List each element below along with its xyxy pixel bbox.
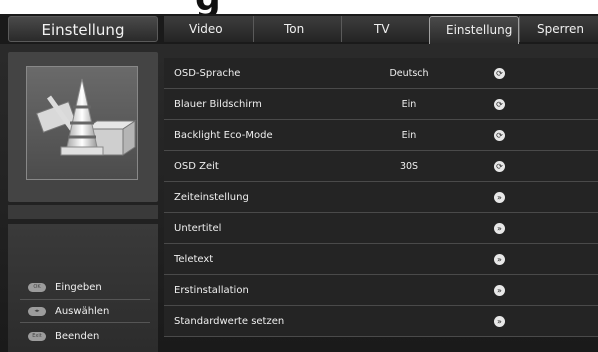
menu-tabs: Video Ton TV Einstellung Sperren [164, 16, 598, 44]
setting-label: Untertitel [174, 223, 222, 234]
setting-row-backlight-eco[interactable]: Backlight Eco-Mode Ein ⟳ [164, 120, 598, 151]
nav-key-icon: ◂▸ [28, 306, 46, 316]
legend-divider [20, 322, 150, 323]
section-icon-box [8, 52, 158, 202]
cycle-icon[interactable]: ⟳ [494, 130, 505, 141]
enter-icon[interactable]: » [494, 223, 505, 234]
setting-row-zeiteinstellung[interactable]: Zeiteinstellung » [164, 182, 598, 213]
setting-row-osd-sprache[interactable]: OSD-Sprache Deutsch ⟳ [164, 58, 598, 89]
enter-icon[interactable]: » [494, 192, 505, 203]
button-legend: OK Eingeben ◂▸ Auswählen Exit Beenden [8, 224, 158, 352]
left-column: OK Eingeben ◂▸ Auswählen Exit Beenden [8, 52, 158, 352]
legend-label: Eingeben [55, 281, 102, 293]
legend-label: Auswählen [55, 305, 110, 317]
tools-cone-icon [35, 78, 137, 156]
decorative-glyph: g [195, 0, 221, 14]
cycle-icon[interactable]: ⟳ [494, 68, 505, 79]
settings-list: OSD-Sprache Deutsch ⟳ Blauer Bildschirm … [164, 52, 598, 352]
exit-key-icon: Exit [28, 331, 46, 341]
setting-label: Teletext [174, 254, 214, 265]
icon-frame [26, 66, 138, 180]
page-title: Einstellung [8, 16, 158, 42]
cycle-icon[interactable]: ⟳ [494, 99, 505, 110]
setting-label: OSD Zeit [174, 161, 219, 172]
legend-label: Beenden [55, 330, 100, 342]
top-band: g [0, 0, 598, 14]
setting-row-untertitel[interactable]: Untertitel » [164, 213, 598, 244]
tab-einstellung[interactable]: Einstellung [429, 16, 519, 44]
setting-value: Deutsch [389, 68, 429, 79]
setting-row-erstinstallation[interactable]: Erstinstallation » [164, 275, 598, 306]
setting-value: 30S [399, 161, 419, 172]
legend-item-auswaehlen: ◂▸ Auswählen [28, 302, 109, 320]
tab-sperren[interactable]: Sperren [519, 16, 598, 42]
tab-video[interactable]: Video [164, 16, 253, 42]
osd-settings-screen: g Einstellung Video Ton TV Einstellung S… [0, 0, 598, 352]
menu-header: Einstellung Video Ton TV Einstellung Spe… [0, 14, 598, 44]
tab-tv[interactable]: TV [341, 16, 429, 42]
setting-value: Ein [401, 99, 417, 110]
setting-row-teletext[interactable]: Teletext » [164, 244, 598, 275]
setting-label: Standardwerte setzen [174, 316, 285, 327]
setting-row-blauer-bildschirm[interactable]: Blauer Bildschirm Ein ⟳ [164, 89, 598, 120]
setting-value: Ein [401, 130, 417, 141]
ok-key-icon: OK [28, 282, 46, 292]
legend-divider [20, 299, 150, 300]
tab-ton[interactable]: Ton [253, 16, 341, 42]
legend-item-beenden: Exit Beenden [28, 327, 99, 345]
setting-row-standardwerte[interactable]: Standardwerte setzen » [164, 306, 598, 337]
cycle-icon[interactable]: ⟳ [494, 161, 505, 172]
setting-label: Zeiteinstellung [174, 192, 249, 203]
setting-row-osd-zeit[interactable]: OSD Zeit 30S ⟳ [164, 151, 598, 182]
setting-label: Blauer Bildschirm [174, 99, 262, 110]
setting-label: Backlight Eco-Mode [174, 130, 273, 141]
setting-label: Erstinstallation [174, 285, 249, 296]
setting-label: OSD-Sprache [174, 68, 241, 79]
left-separator-strip [8, 205, 158, 219]
enter-icon[interactable]: » [494, 316, 505, 327]
legend-item-eingeben: OK Eingeben [28, 278, 102, 296]
osd-panel: Einstellung Video Ton TV Einstellung Spe… [0, 14, 598, 352]
enter-icon[interactable]: » [494, 285, 505, 296]
enter-icon[interactable]: » [494, 254, 505, 265]
